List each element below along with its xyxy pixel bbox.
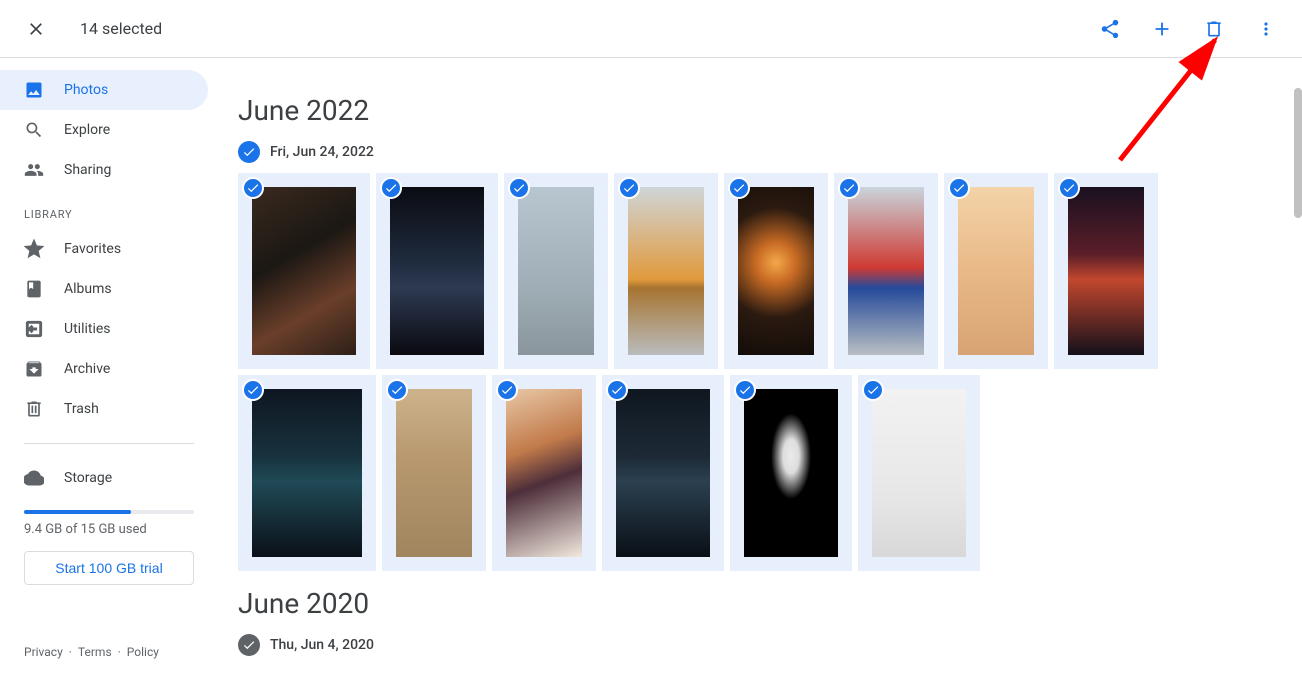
sidebar-item-utilities[interactable]: Utilities [0, 309, 208, 349]
utilities-icon [24, 319, 44, 339]
archive-icon [24, 359, 44, 379]
library-section-label: LIBRARY [0, 190, 218, 229]
photo-thumb[interactable] [944, 173, 1048, 369]
scroll-handle[interactable] [1294, 88, 1302, 218]
star-icon [24, 239, 44, 259]
photo-thumb[interactable] [376, 173, 498, 369]
check-icon[interactable] [496, 379, 518, 401]
check-icon[interactable] [242, 379, 264, 401]
footer-terms[interactable]: Terms [78, 645, 112, 659]
albums-icon [24, 279, 44, 299]
sidebar-item-label: Archive [64, 361, 110, 377]
sharing-icon [24, 160, 44, 180]
photo-thumb[interactable] [238, 173, 370, 369]
photo-thumb[interactable] [382, 375, 486, 571]
main-content: June 2022 Fri, Jun 24, 2022 June 2020 Thu, … [218, 58, 1302, 689]
sidebar-item-label: Explore [64, 122, 110, 138]
photo-thumb[interactable] [492, 375, 596, 571]
sidebar-item-explore[interactable]: Explore [0, 110, 208, 150]
date-row[interactable]: Fri, Jun 24, 2022 [238, 141, 1270, 163]
sidebar-item-label: Trash [64, 401, 99, 417]
photo-thumb[interactable] [730, 375, 852, 571]
sidebar-item-trash[interactable]: Trash [0, 389, 208, 429]
sidebar-item-photos[interactable]: Photos [0, 70, 208, 110]
storage-fill [24, 510, 131, 514]
cloud-icon [24, 468, 44, 488]
add-icon[interactable] [1142, 9, 1182, 49]
section-title: June 2022 [238, 94, 1270, 127]
check-icon[interactable] [242, 177, 264, 199]
footer-privacy[interactable]: Privacy [24, 645, 63, 659]
check-icon[interactable] [238, 634, 260, 656]
check-icon[interactable] [508, 177, 530, 199]
photo-thumb[interactable] [834, 173, 938, 369]
footer-policy[interactable]: Policy [127, 645, 159, 659]
trash-icon [24, 399, 44, 419]
check-icon[interactable] [386, 379, 408, 401]
share-icon[interactable] [1090, 9, 1130, 49]
check-icon[interactable] [728, 177, 750, 199]
sidebar-item-albums[interactable]: Albums [0, 269, 208, 309]
sidebar-item-label: Favorites [64, 241, 121, 257]
date-label: Thu, Jun 4, 2020 [270, 637, 374, 653]
selection-header: 14 selected [0, 0, 1302, 58]
sidebar-item-label: Photos [64, 82, 108, 98]
check-icon[interactable] [734, 379, 756, 401]
photo-thumb[interactable] [602, 375, 724, 571]
check-icon[interactable] [380, 177, 402, 199]
photos-icon [24, 80, 44, 100]
check-icon[interactable] [1058, 177, 1080, 199]
date-row[interactable]: Thu, Jun 4, 2020 [238, 634, 1270, 656]
selected-count: 14 selected [80, 19, 162, 38]
sidebar-item-favorites[interactable]: Favorites [0, 229, 208, 269]
sidebar-item-label: Sharing [64, 162, 111, 178]
sidebar-item-label: Albums [64, 281, 112, 297]
photo-thumb[interactable] [858, 375, 980, 571]
photo-thumb[interactable] [238, 375, 376, 571]
start-trial-button[interactable]: Start 100 GB trial [24, 551, 194, 585]
date-label: Fri, Jun 24, 2022 [270, 144, 374, 160]
sidebar-item-label: Storage [64, 470, 112, 486]
search-icon [24, 120, 44, 140]
check-icon[interactable] [838, 177, 860, 199]
sidebar-item-sharing[interactable]: Sharing [0, 150, 208, 190]
delete-icon[interactable] [1194, 9, 1234, 49]
sidebar: Photos Explore Sharing LIBRARY Favorites [0, 58, 218, 689]
photo-thumb[interactable] [614, 173, 718, 369]
sidebar-item-label: Utilities [64, 321, 111, 337]
photo-thumb[interactable] [1054, 173, 1158, 369]
sidebar-item-archive[interactable]: Archive [0, 349, 208, 389]
more-icon[interactable] [1246, 9, 1286, 49]
section-title: June 2020 [238, 587, 1270, 620]
footer-links: Privacy·Terms·Policy [0, 645, 218, 677]
photo-thumb[interactable] [724, 173, 828, 369]
check-icon[interactable] [948, 177, 970, 199]
check-icon[interactable] [238, 141, 260, 163]
close-icon[interactable] [16, 9, 56, 49]
scrollbar[interactable] [1294, 58, 1302, 689]
photo-grid [238, 173, 1270, 571]
sidebar-item-storage[interactable]: Storage [0, 458, 218, 498]
photo-thumb[interactable] [504, 173, 608, 369]
check-icon[interactable] [862, 379, 884, 401]
storage-text: 9.4 GB of 15 GB used [24, 522, 194, 537]
divider [24, 443, 194, 444]
check-icon[interactable] [606, 379, 628, 401]
check-icon[interactable] [618, 177, 640, 199]
storage-bar [24, 510, 194, 514]
